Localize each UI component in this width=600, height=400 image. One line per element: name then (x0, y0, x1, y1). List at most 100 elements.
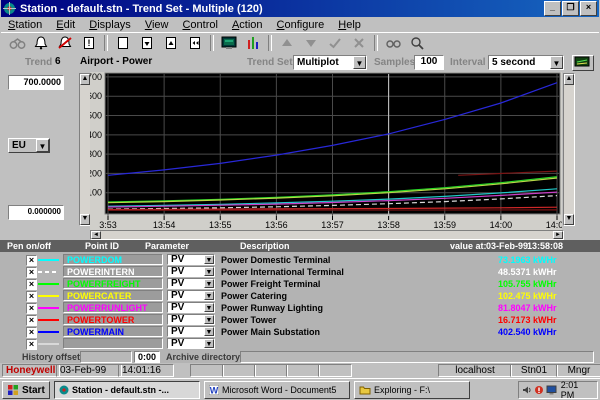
title-bar[interactable]: Station - default.stn - Trend Set - Mult… (1, 0, 599, 17)
trend-label: Trend (25, 57, 52, 68)
menu-configure[interactable]: Configure (270, 18, 332, 32)
pen-checkbox[interactable]: × (26, 279, 37, 290)
trend-plot[interactable]: 1002003004005006007003:5313:5413:5513:56… (90, 72, 562, 230)
view-icon[interactable] (381, 34, 405, 52)
pen-checkbox[interactable]: × (26, 291, 37, 302)
speaker-icon[interactable] (522, 385, 532, 395)
task-explorer[interactable]: Exploring - F:\ (354, 381, 470, 399)
point-id-field[interactable]: POWERCATER (63, 290, 163, 301)
status-cell-empty (286, 364, 320, 377)
page-icon[interactable] (111, 34, 135, 52)
scroll-down-icon[interactable]: ▼ (564, 214, 574, 225)
point-id-field[interactable]: POWERTOWER (63, 314, 163, 325)
history-offset-field[interactable] (80, 351, 132, 363)
scroll-up-icon[interactable]: ▲ (564, 74, 574, 85)
minimize-button[interactable]: _ (544, 1, 561, 16)
parameter-select[interactable]: PV▼ (167, 290, 215, 301)
menu-action[interactable]: Action (225, 18, 270, 32)
chart-horizontal-scrollbar[interactable]: ◄ ► (90, 230, 564, 240)
chevron-down-icon[interactable]: ▼ (353, 56, 366, 69)
chevron-down-icon[interactable]: ▼ (204, 315, 214, 324)
svg-text:14:01: 14:01 (546, 220, 562, 230)
down-arrow-icon[interactable] (299, 34, 323, 52)
point-id-field[interactable]: POWERMAIN (63, 326, 163, 337)
pen-checkbox[interactable]: × (26, 327, 37, 338)
chevron-down-icon[interactable]: ▼ (204, 327, 214, 336)
alert-tray-icon[interactable] (534, 385, 544, 395)
menu-station[interactable]: Station (1, 18, 49, 32)
trend-set-select[interactable]: Multiplot ▼ (293, 55, 367, 70)
scroll-down-icon[interactable]: ▼ (80, 214, 90, 225)
point-id-field[interactable]: POWERFREIGHT (63, 278, 163, 289)
menu-help[interactable]: Help (331, 18, 368, 32)
samples-input[interactable]: 100 (414, 55, 444, 70)
cancel-icon[interactable] (347, 34, 371, 52)
point-id-field[interactable]: POWERDOM (63, 254, 163, 265)
point-id-field[interactable]: POWERRUNLIGHT (63, 302, 163, 313)
plot-right-scrollbar[interactable]: ▲ ▼ (563, 73, 575, 226)
scroll-up-icon[interactable]: ▲ (80, 74, 90, 85)
pen-checkbox[interactable]: × (26, 255, 37, 266)
bell-icon[interactable] (29, 34, 53, 52)
accept-icon[interactable] (323, 34, 347, 52)
archive-directory-field[interactable] (240, 351, 594, 363)
up-arrow-icon[interactable] (275, 34, 299, 52)
table-row: × POWERFREIGHT PV▼ Power Freight Termina… (0, 278, 600, 290)
menu-displays[interactable]: Displays (82, 18, 138, 32)
close-button[interactable]: × (580, 1, 597, 16)
chevron-down-icon[interactable]: ▼ (204, 279, 214, 288)
app-icon (3, 2, 16, 15)
parameter-select[interactable]: PV▼ (167, 266, 215, 277)
scroll-right-icon[interactable]: ► (553, 231, 563, 239)
chevron-down-icon[interactable]: ▼ (204, 291, 214, 300)
pen-checkbox[interactable]: × (26, 267, 37, 278)
menu-view[interactable]: View (138, 18, 176, 32)
scale-min-field[interactable]: 0.000000 (8, 205, 64, 220)
pen-checkbox[interactable]: × (26, 339, 37, 350)
parameter-select[interactable]: PV▼ (167, 326, 215, 337)
history-offset-value[interactable]: 0:00 (134, 351, 160, 363)
chevron-down-icon[interactable]: ▼ (204, 255, 214, 264)
parameter-select[interactable]: PV▼ (167, 314, 215, 325)
task-word[interactable]: W Microsoft Word - Document5 (204, 381, 350, 399)
display-tray-icon[interactable] (546, 385, 557, 395)
chevron-down-icon[interactable]: ▼ (204, 303, 214, 312)
menu-control[interactable]: Control (175, 18, 224, 32)
point-id-field[interactable] (63, 338, 163, 349)
maximize-button[interactable]: ❐ (562, 1, 579, 16)
point-id-field[interactable]: POWERINTERN (63, 266, 163, 277)
interval-select[interactable]: 5 second ▼ (488, 55, 564, 70)
page-down-icon[interactable] (135, 34, 159, 52)
parameter-select[interactable]: PV▼ (167, 278, 215, 289)
scroll-left-icon[interactable]: ◄ (91, 231, 101, 239)
pen-checkbox[interactable]: × (26, 315, 37, 326)
binoculars-icon[interactable] (5, 34, 29, 52)
alarm-page-icon[interactable]: ! (77, 34, 101, 52)
trend-bars-icon[interactable] (241, 34, 265, 52)
header-description: Description (240, 241, 290, 251)
page-up-icon[interactable] (159, 34, 183, 52)
parameter-select[interactable]: PV▼ (167, 254, 215, 265)
chevron-down-icon[interactable]: ▼ (550, 56, 563, 69)
trend-parameter-bar: Trend 6 Airport - Power Trend Set Multip… (0, 54, 600, 71)
bell-off-icon[interactable] (53, 34, 77, 52)
trend-display-button[interactable] (572, 55, 594, 71)
eu-select[interactable]: EU ▼ (8, 138, 50, 153)
status-time: 14:01:16 (118, 364, 174, 377)
task-station[interactable]: Station - default.stn -... (54, 381, 200, 399)
chevron-down-icon[interactable]: ▼ (204, 267, 214, 276)
zoom-icon[interactable] (405, 34, 429, 52)
scale-max-field[interactable]: 700.0000 (8, 75, 64, 90)
chevron-down-icon[interactable]: ▼ (36, 139, 49, 152)
svg-text:13:57: 13:57 (321, 220, 344, 230)
chevron-down-icon[interactable]: ▼ (204, 339, 214, 348)
status-station: Stn01 (510, 364, 558, 377)
description-label: Power Domestic Terminal (221, 255, 330, 265)
parameter-select[interactable]: PV▼ (167, 302, 215, 313)
start-button[interactable]: Start (2, 381, 50, 399)
display-icon[interactable] (217, 34, 241, 52)
parameter-select[interactable]: PV▼ (167, 338, 215, 349)
page-first-icon[interactable] (183, 34, 207, 52)
pen-checkbox[interactable]: × (26, 303, 37, 314)
menu-edit[interactable]: Edit (49, 18, 82, 32)
